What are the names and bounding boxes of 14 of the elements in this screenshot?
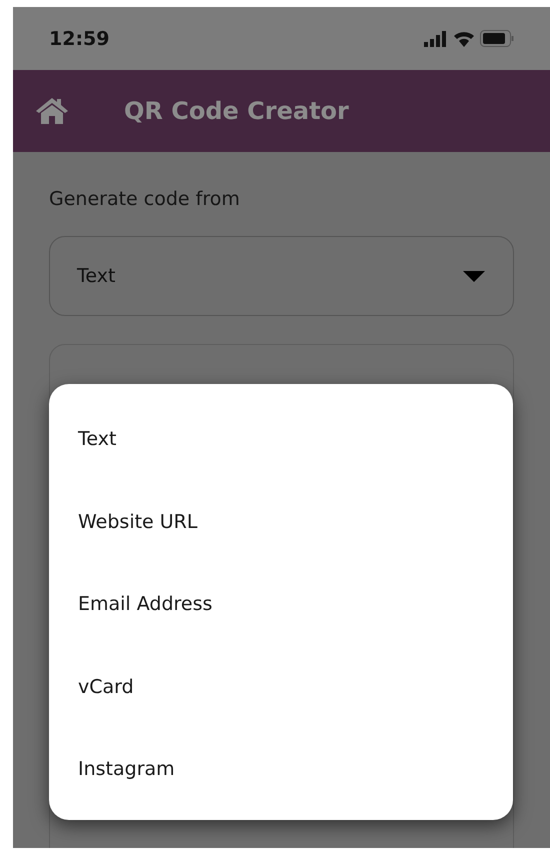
menu-item[interactable]: Email Address	[49, 563, 513, 646]
menu-item[interactable]: Text	[49, 398, 513, 480]
source-dropdown[interactable]: Text	[49, 236, 514, 316]
battery-icon	[480, 30, 514, 47]
menu-item[interactable]: Website URL	[49, 480, 513, 563]
menu-item[interactable]: Instagram	[49, 728, 513, 810]
app-title: QR Code Creator	[124, 97, 349, 125]
status-time: 12:59	[49, 28, 110, 50]
signal-icon	[424, 30, 448, 46]
wifi-icon	[453, 30, 475, 46]
field-label: Generate code from	[49, 188, 241, 210]
home-icon[interactable]	[35, 97, 69, 125]
menu-item[interactable]: vCard	[49, 646, 513, 728]
caret-icon	[462, 270, 486, 282]
